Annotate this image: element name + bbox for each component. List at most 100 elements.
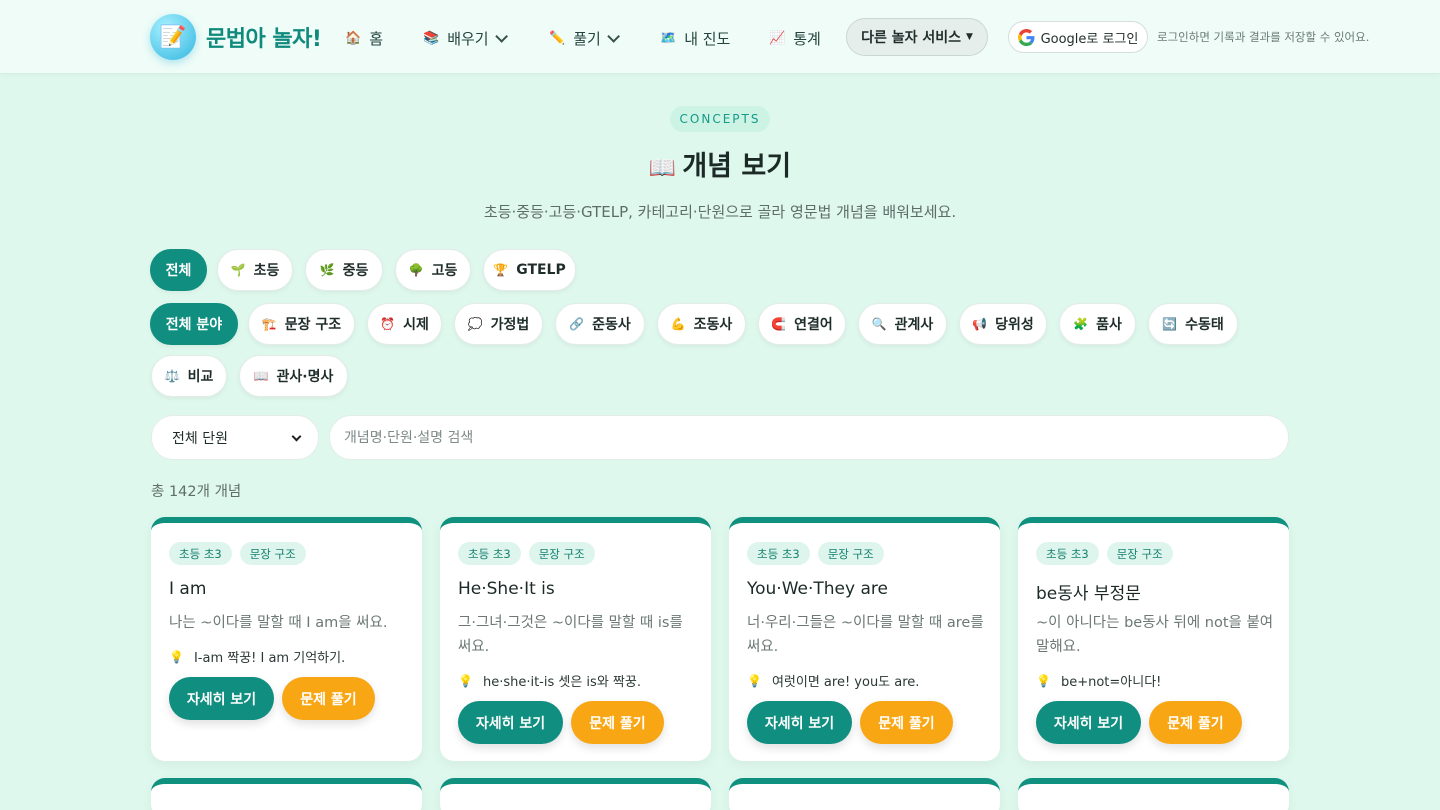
detail-button[interactable]: 자세히 보기 — [747, 701, 852, 744]
login-hint: 로그인하면 기록과 결과를 저장할 수 있어요. — [1157, 30, 1370, 44]
page-subtitle: 초등·중등·고등·GTELP, 카테고리·단원으로 골라 영문법 개념을 배워보… — [483, 203, 957, 221]
category-chip-mandative[interactable]: 📢 당위성 — [959, 303, 1047, 345]
level-tag: 초등 초3 — [747, 542, 810, 565]
category-chip-modals[interactable]: 💪 조동사 — [657, 303, 746, 345]
map-icon: 🗺️ — [660, 30, 677, 46]
search-input[interactable] — [329, 415, 1289, 460]
detail-button[interactable]: 자세히 보기 — [458, 701, 563, 744]
chip-label: 품사 — [1096, 317, 1122, 333]
google-login-button[interactable]: Google로 로그인 — [1008, 21, 1148, 53]
chevron-down-icon — [607, 29, 620, 43]
level-tag: 초등 초3 — [458, 542, 521, 565]
card-tip: 💡 be+not=아니다! — [1036, 671, 1162, 691]
card-tip: 💡 I-am 짝꿍! I am 기억하기. — [169, 647, 346, 667]
nav-learn-dropdown[interactable]: 📚 배우기 — [423, 26, 508, 50]
nav-home[interactable]: 🏠 홈 — [345, 26, 383, 50]
level-tag: 초등 초3 — [169, 542, 232, 565]
construction-icon: 🏗️ — [261, 317, 277, 331]
level-chip-gtelp[interactable]: 🏆 GTELP — [483, 249, 576, 291]
category-chip-parts-of-speech[interactable]: 🧩 품사 — [1059, 303, 1136, 345]
category-chip-connectors[interactable]: 🧲 연결어 — [758, 303, 846, 345]
level-chip-all[interactable]: 전체 — [150, 249, 207, 291]
quiz-button[interactable]: 문제 풀기 — [860, 701, 953, 744]
card-description: 너·우리·그들은 ~이다를 말할 때 are를 써요. — [747, 615, 984, 655]
chip-label: 중등 — [342, 263, 369, 279]
card-tip-text: be+not=아니다! — [1060, 675, 1162, 690]
card-title: You·We·They are — [747, 579, 888, 599]
memo-icon: 📝 — [150, 14, 196, 60]
category-chip-relatives[interactable]: 🔍 관계사 — [858, 303, 947, 345]
link-icon: 🔗 — [569, 317, 585, 331]
category-chip-subjunctive[interactable]: 💭 가정법 — [454, 303, 543, 345]
lightbulb-icon: 💡 — [747, 673, 762, 688]
concept-card-partial — [440, 778, 711, 810]
chip-label: 준동사 — [592, 317, 631, 333]
chip-label: 초등 — [253, 263, 280, 279]
category-chip-verbals[interactable]: 🔗 준동사 — [555, 303, 645, 345]
chevron-down-icon — [494, 29, 508, 43]
brand-logo-link[interactable]: 📝 문법아 놀자! — [150, 14, 322, 60]
chip-label: GTELP — [516, 262, 566, 278]
chip-label: 수동태 — [1185, 317, 1224, 333]
card-title: I am — [169, 579, 207, 599]
quiz-button[interactable]: 문제 풀기 — [571, 701, 664, 744]
nav-stats-label: 통계 — [793, 29, 821, 48]
detail-button[interactable]: 자세히 보기 — [169, 677, 274, 720]
card-title: He·She·It is — [458, 579, 555, 599]
chip-label: 비교 — [187, 369, 214, 385]
google-icon — [1017, 28, 1035, 46]
chip-label: 고등 — [431, 263, 458, 279]
card-description: 나는 ~이다를 말할 때 I am을 써요. — [169, 615, 388, 631]
unit-select[interactable]: 전체 단원 — [151, 415, 319, 460]
chip-label: 조동사 — [693, 317, 733, 333]
top-navigation-bar: 📝 문법아 놀자! 🏠 홈 📚 배우기 ✏️ 풀기 🗺️ 내 진도 📈 통계 다… — [0, 0, 1440, 74]
puzzle-icon: 🧩 — [1073, 317, 1089, 331]
card-tip-text: I-am 짝꿍! I am 기억하기. — [193, 651, 346, 666]
category-chip-comparison[interactable]: ⚖️ 비교 — [151, 355, 227, 397]
quiz-button[interactable]: 문제 풀기 — [282, 677, 375, 720]
category-chip-passive[interactable]: 🔄 수동태 — [1148, 303, 1238, 345]
lightbulb-icon: 💡 — [169, 649, 184, 664]
category-chip-all[interactable]: 전체 분야 — [150, 303, 238, 345]
google-login-label: Google로 로그인 — [1040, 31, 1139, 47]
nav-home-label: 홈 — [369, 29, 383, 48]
level-chip-high[interactable]: 🌳 고등 — [395, 249, 471, 291]
category-chip-sentence-structure[interactable]: 🏗️ 문장 구조 — [248, 303, 355, 345]
quiz-button[interactable]: 문제 풀기 — [1149, 701, 1242, 744]
chip-label: 연결어 — [794, 317, 833, 333]
books-icon: 📚 — [423, 30, 440, 46]
detail-button[interactable]: 자세히 보기 — [1036, 701, 1141, 744]
other-services-button[interactable]: 다른 놀자 서비스 ▼ — [846, 18, 988, 56]
category-tag: 문장 구조 — [817, 542, 884, 565]
nav-stats[interactable]: 📈 통계 — [769, 26, 821, 50]
concept-count: 총 142개 개념 — [151, 484, 242, 500]
concept-card: 초등 초3 문장 구조 He·She·It is 그·그녀·그것은 ~이다를 말… — [440, 517, 711, 761]
other-services-label: 다른 놀자 서비스 — [861, 30, 961, 46]
chart-icon: 📈 — [769, 30, 786, 46]
nav-solve-dropdown[interactable]: ✏️ 풀기 — [549, 26, 620, 50]
trophy-icon: 🏆 — [493, 263, 509, 277]
nav-my-progress[interactable]: 🗺️ 내 진도 — [660, 26, 730, 50]
level-chip-elementary[interactable]: 🌱 초등 — [217, 249, 293, 291]
open-book-icon: 📖 — [648, 156, 677, 181]
nav-progress-label: 내 진도 — [684, 29, 731, 48]
card-title: be동사 부정문 — [1036, 584, 1141, 604]
tree-icon: 🌳 — [408, 263, 424, 277]
category-chip-articles-nouns[interactable]: 📖 관사·명사 — [239, 355, 348, 397]
chip-label: 관사·명사 — [276, 369, 334, 385]
card-tip-text: he·she·it-is 셋은 is와 짝꿍. — [482, 675, 641, 690]
magnet-icon: 🧲 — [771, 317, 787, 331]
card-tip: 💡 여럿이면 are! you도 are. — [747, 671, 919, 691]
concept-card: 초등 초3 문장 구조 You·We·They are 너·우리·그들은 ~이다… — [729, 517, 1000, 761]
concept-card: 초등 초3 문장 구조 be동사 부정문 ~이 아니다는 be동사 뒤에 not… — [1018, 517, 1289, 761]
page-title: 📖 개념 보기 — [0, 144, 1440, 183]
unit-select-value: 전체 단원 — [172, 430, 228, 447]
concept-card-partial — [151, 778, 422, 810]
chip-label: 전체 — [165, 263, 192, 279]
magnifier-icon: 🔍 — [871, 317, 887, 331]
category-chip-tense[interactable]: ⏰ 시제 — [367, 303, 442, 345]
card-description: ~이 아니다는 be동사 뒤에 not을 붙여 말해요. — [1036, 615, 1274, 655]
lightbulb-icon: 💡 — [458, 673, 473, 688]
lightbulb-icon: 💡 — [1036, 673, 1051, 688]
level-chip-middle[interactable]: 🌿 중등 — [305, 249, 383, 291]
